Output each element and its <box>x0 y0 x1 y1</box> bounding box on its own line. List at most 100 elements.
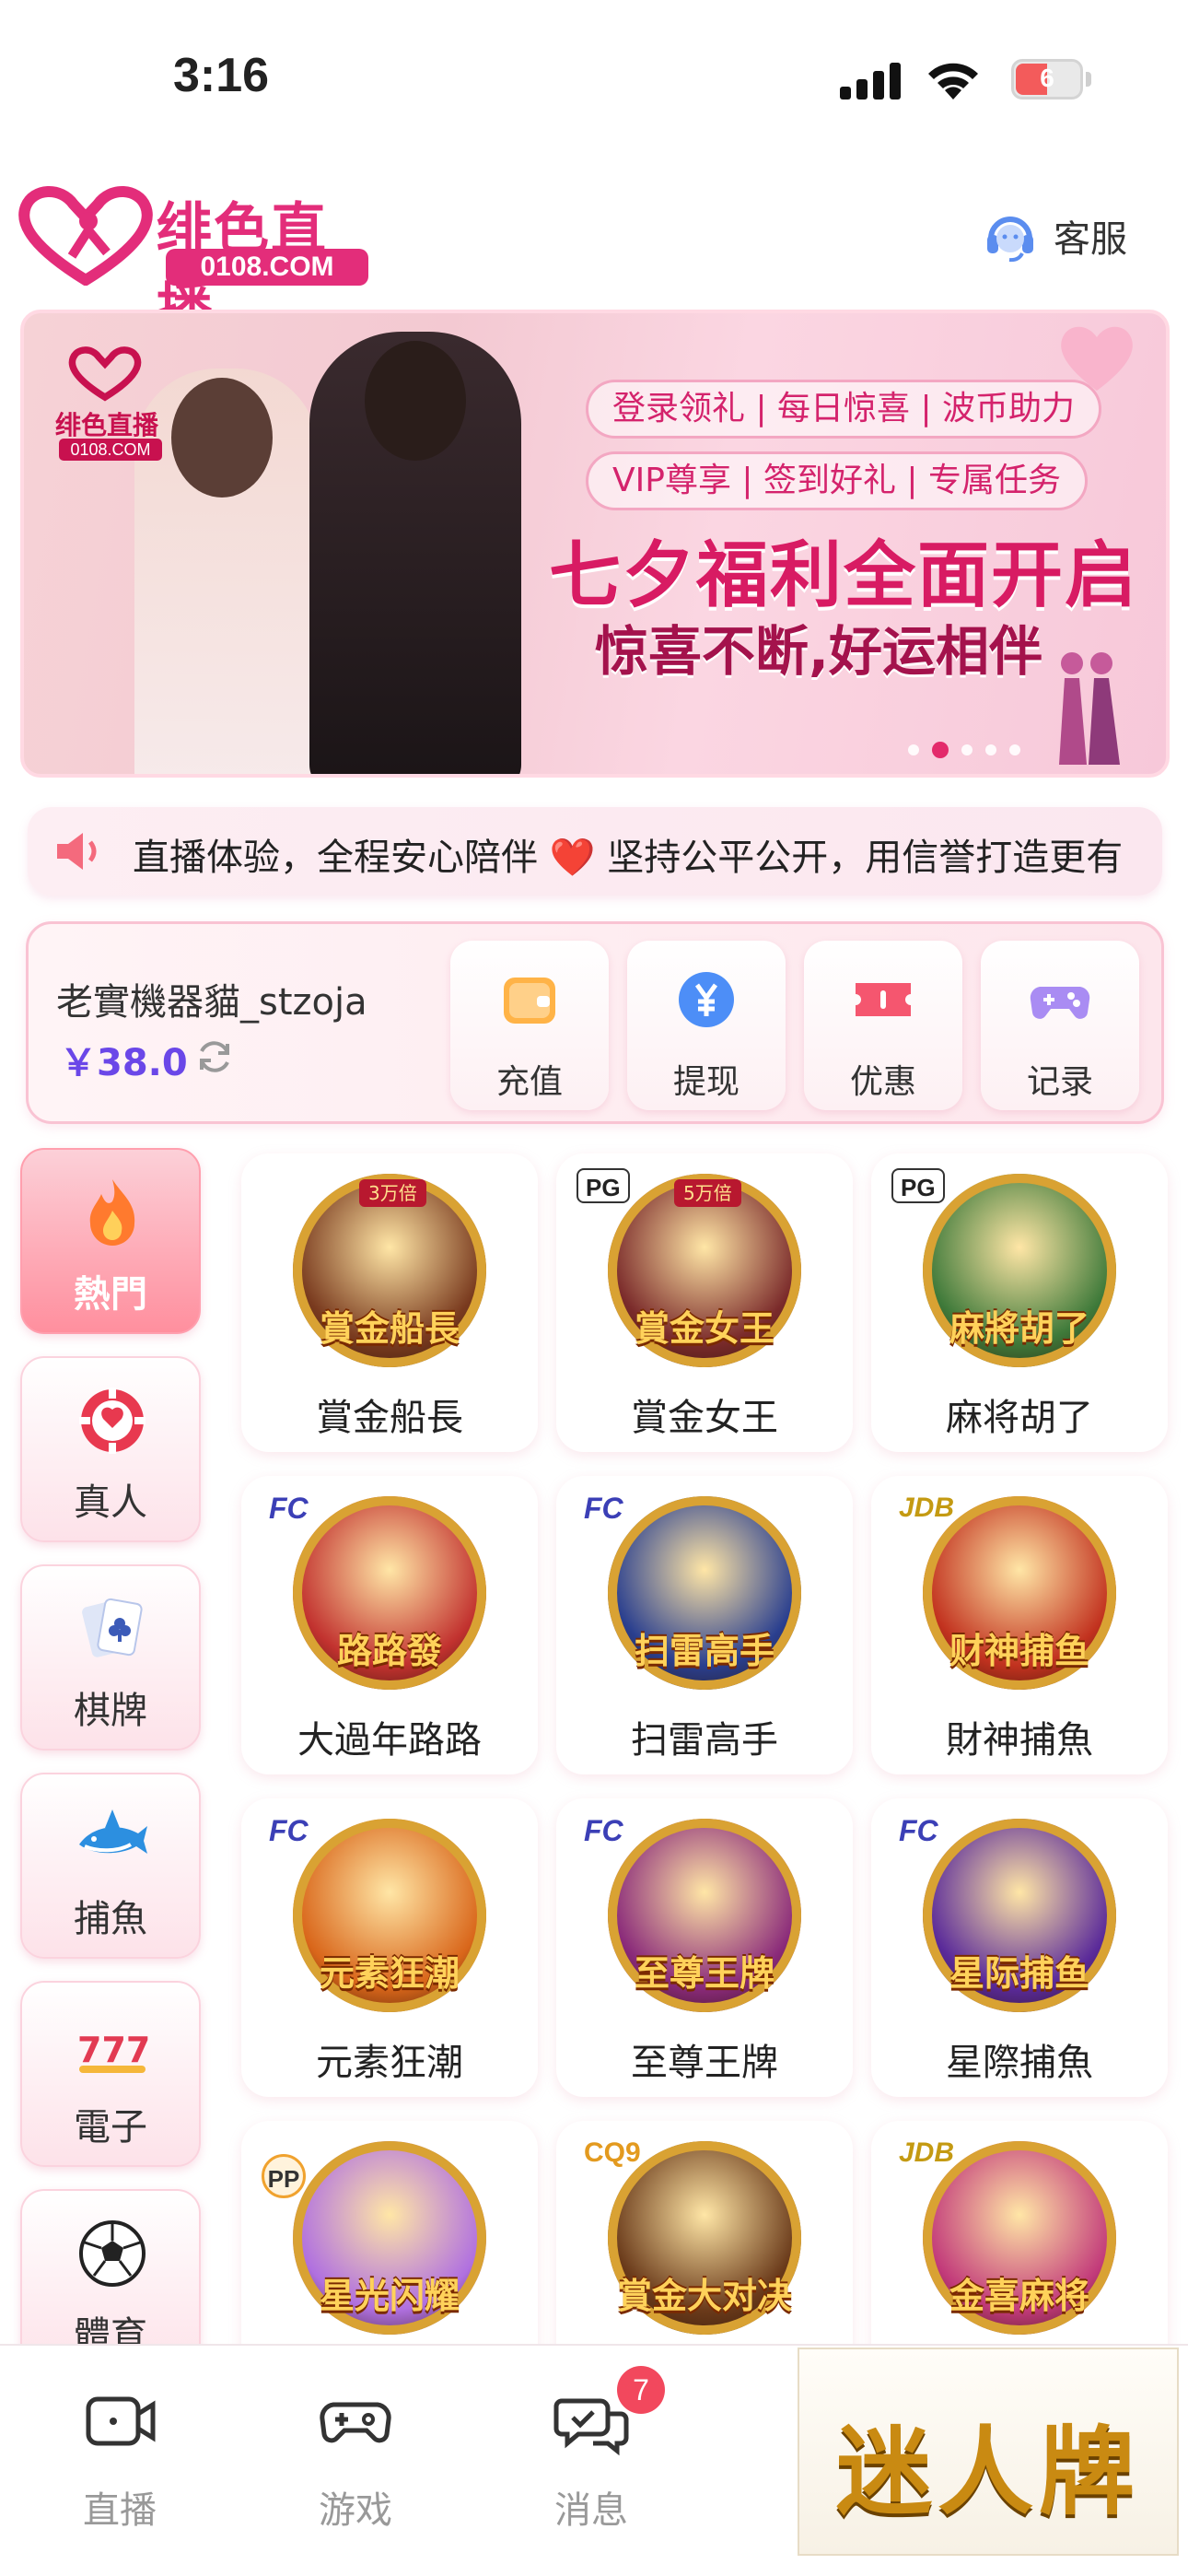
provider-badge: FC <box>899 1814 938 1847</box>
category-cards[interactable]: 棋牌 <box>20 1564 201 1751</box>
deposit-label: 充值 <box>495 1063 563 1101</box>
game-card[interactable]: 麻將胡了 PG 麻将胡了 <box>871 1153 1168 1452</box>
status-time: 3:16 <box>173 49 270 102</box>
banner-dot-active[interactable] <box>932 742 949 758</box>
battery-icon: 6 <box>1011 59 1083 100</box>
game-name: 賞金女王 <box>631 1397 778 1439</box>
banner-heart-icon <box>68 346 142 402</box>
game-card[interactable]: 星际捕鱼 FC 星際捕魚 <box>871 1798 1168 2097</box>
headset-icon <box>987 217 1033 263</box>
playing-cards-icon <box>82 1598 143 1657</box>
provider-badge: JDB <box>899 1493 955 1523</box>
game-art-title: 扫雷高手 <box>634 1631 775 1671</box>
game-name: 星際捕魚 <box>946 2042 1093 2084</box>
logo-domain: 0108.COM <box>166 249 368 286</box>
banner-pagination[interactable] <box>908 742 1020 758</box>
nav-live[interactable]: 直播 <box>28 2383 212 2539</box>
game-art-title: 至尊王牌 <box>634 1953 775 1994</box>
game-art-title: 星光闪耀 <box>319 2276 460 2316</box>
game-art-icon: 路路發 <box>293 1496 486 1690</box>
promo-banner[interactable]: 绯色直播 0108.COM 登录领礼 | 每日惊喜 | 波币助力 VIP尊享 |… <box>20 310 1170 778</box>
game-name: 扫雷高手 <box>631 1719 778 1762</box>
banner-model-right-head <box>365 341 466 461</box>
heart-decoration-icon <box>1061 326 1133 391</box>
gamepad-icon <box>320 2402 391 2443</box>
nav-messages[interactable]: 7 消息 <box>499 2366 683 2539</box>
banner-tags-line1: 登录领礼 | 每日惊喜 | 波币助力 <box>586 380 1102 439</box>
game-name: 大過年路路 <box>297 1719 482 1762</box>
category-live[interactable]: 真人 <box>20 1356 201 1542</box>
flame-icon <box>89 1179 135 1246</box>
game-art-title: 金喜麻将 <box>949 2276 1089 2316</box>
game-name: 賞金船長 <box>316 1397 463 1439</box>
category-fishing[interactable]: 捕魚 <box>20 1773 201 1959</box>
wallet-balance: ￥38.0 <box>60 1042 188 1084</box>
banner-logo-domain: 0108.COM <box>59 439 162 461</box>
provider-badge: JDB <box>899 2137 955 2168</box>
game-card[interactable]: 扫雷高手 FC 扫雷高手 <box>556 1476 853 1774</box>
banner-logo-text: 绯色直播 <box>55 410 159 440</box>
provider-badge: FC <box>269 1814 309 1847</box>
records-label: 记录 <box>1026 1063 1093 1101</box>
game-card[interactable]: 元素狂潮 FC 元素狂潮 <box>241 1798 538 2097</box>
game-art-icon: 麻將胡了 <box>923 1174 1116 1367</box>
banner-dot[interactable] <box>985 744 996 755</box>
game-art-title: 财神捕鱼 <box>949 1631 1089 1671</box>
category-hot[interactable]: 熱門 <box>20 1148 201 1334</box>
records-button[interactable]: 记录 <box>981 941 1139 1110</box>
app-logo: 绯色直播 0108.COM <box>17 177 376 342</box>
refresh-icon[interactable] <box>194 1036 235 1077</box>
nav-games[interactable]: 游戏 <box>263 2383 448 2539</box>
banner-dot[interactable] <box>1009 744 1020 755</box>
customer-service-button[interactable]: 客服 <box>982 206 1127 265</box>
game-art-icon: 星光闪耀 <box>293 2141 486 2335</box>
floating-promo-ad[interactable]: 迷人牌 <box>798 2348 1179 2556</box>
wallet-icon <box>504 978 555 1024</box>
announcement-text: 直播体验，全程安心陪伴 ❤️ 坚持公平公开，用信誉打造更有 <box>129 837 1124 879</box>
game-art-icon: 星际捕鱼 <box>923 1819 1116 2012</box>
couple-silhouette-icon <box>1059 652 1120 765</box>
game-name: 元素狂潮 <box>316 2042 463 2084</box>
banner-dot[interactable] <box>908 744 919 755</box>
banner-headline: 七夕福利全面开启 <box>549 534 1139 617</box>
game-card[interactable]: 賞金船長 3万倍 賞金船長 <box>241 1153 538 1452</box>
withdraw-button[interactable]: 提现 <box>627 941 786 1110</box>
megaphone-icon <box>57 833 97 870</box>
svg-text:777: 777 <box>77 2030 150 2070</box>
game-card[interactable]: 财神捕鱼 JDB 財神捕魚 <box>871 1476 1168 1774</box>
banner-dot[interactable] <box>961 744 973 755</box>
provider-badge: FC <box>269 1492 309 1525</box>
game-art-title: 麻將胡了 <box>949 1308 1089 1349</box>
game-art-icon: 扫雷高手 <box>608 1496 801 1690</box>
category-label: 電子 <box>74 2106 147 2149</box>
promo-text: 迷人牌 <box>835 2415 1140 2528</box>
deposit-button[interactable]: 充值 <box>450 941 609 1110</box>
game-art-title: 星际捕鱼 <box>949 1953 1089 1994</box>
game-name: 至尊王牌 <box>631 2042 778 2084</box>
offers-button[interactable]: 优惠 <box>804 941 962 1110</box>
shark-icon <box>79 1809 147 1854</box>
battery-tip <box>1086 72 1091 87</box>
video-camera-icon <box>86 2396 156 2446</box>
provider-badge: FC <box>584 1814 623 1847</box>
gamepad-icon <box>1030 987 1090 1019</box>
category-label: 棋牌 <box>74 1690 147 1732</box>
ticket-icon <box>856 983 911 1016</box>
banner-tags-line2: VIP尊享 | 签到好礼 | 专属任务 <box>586 451 1088 510</box>
wifi-icon <box>928 63 978 100</box>
customer-service-label: 客服 <box>1054 218 1127 261</box>
category-label: 真人 <box>74 1481 147 1524</box>
banner-model-left-head <box>171 378 273 498</box>
nav-messages-label: 消息 <box>554 2489 628 2532</box>
game-name: 麻将胡了 <box>946 1397 1093 1439</box>
announcement-marquee[interactable]: 直播体验，全程安心陪伴 ❤️ 坚持公平公开，用信誉打造更有 <box>28 807 1162 896</box>
provider-badge: PG <box>577 1168 630 1203</box>
game-card[interactable]: 至尊王牌 FC 至尊王牌 <box>556 1798 853 2097</box>
multiplier-tag: 3万倍 <box>359 1179 426 1207</box>
category-slots[interactable]: 777 電子 <box>20 1981 201 2167</box>
game-card[interactable]: 賞金女王 PG 5万倍 賞金女王 <box>556 1153 853 1452</box>
game-card[interactable]: 路路發 FC 大過年路路 <box>241 1476 538 1774</box>
game-art-icon: 至尊王牌 <box>608 1819 801 2012</box>
game-art-title: 賞金大对决 <box>616 2276 792 2316</box>
username: 老實機器貓_stzoja <box>56 981 367 1024</box>
